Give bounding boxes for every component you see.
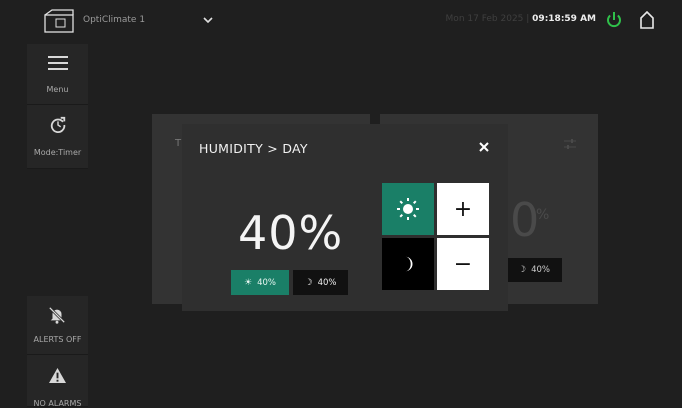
decrease-button[interactable]: − <box>437 238 489 290</box>
device-icon[interactable] <box>44 9 74 33</box>
modal-title: HUMIDITY > DAY <box>199 141 308 156</box>
humidity-value: 40% <box>238 206 344 260</box>
minus-icon: − <box>453 251 473 277</box>
moon-icon: ☽ <box>518 265 527 275</box>
night-setpoint-pill[interactable]: ☽ 40% <box>293 270 348 295</box>
chevron-down-icon[interactable] <box>202 14 214 26</box>
night-mode-button[interactable] <box>382 238 434 290</box>
alerts-button[interactable]: ALERTS OFF <box>27 296 88 355</box>
background-card-title: T <box>175 138 182 149</box>
warning-icon <box>49 367 66 384</box>
increase-button[interactable]: + <box>437 183 489 235</box>
refresh-icon <box>50 116 66 133</box>
sun-icon: ☀ <box>244 277 253 288</box>
power-icon[interactable] <box>606 11 622 29</box>
day-setpoint-pill[interactable]: ☀ 40% <box>231 270 289 295</box>
alarms-label: NO ALARMS <box>33 399 82 408</box>
mode-label: Mode:Timer <box>33 148 82 157</box>
plus-icon: + <box>453 196 473 222</box>
menu-icon <box>48 56 68 70</box>
settings-sliders-icon <box>564 139 576 149</box>
day-mode-button[interactable] <box>382 183 434 235</box>
day-setpoint-value: 40% <box>257 277 276 288</box>
top-bar: OptiClimate 1 Mon 17 Feb 2025 | 09:18:59… <box>0 0 682 44</box>
menu-label: Menu <box>46 85 69 94</box>
background-night-value: 40% <box>531 265 550 275</box>
home-icon[interactable] <box>640 11 654 29</box>
menu-button[interactable]: Menu <box>27 44 88 105</box>
moon-icon: ☽ <box>304 277 313 288</box>
close-icon[interactable] <box>477 140 491 154</box>
bell-off-icon <box>48 306 66 324</box>
time-text: 09:18:59 AM <box>532 14 596 24</box>
device-name[interactable]: OptiClimate 1 <box>83 15 145 25</box>
date-text: Mon 17 Feb 2025 | <box>445 14 530 24</box>
date-time: Mon 17 Feb 2025 | 09:18:59 AM <box>446 14 596 24</box>
humidity-modal: HUMIDITY > DAY 40% ☀ 40% ☽ 40% + − <box>182 124 508 311</box>
background-night-pill: ☽ 40% <box>506 258 562 282</box>
sun-icon <box>397 198 419 220</box>
moon-icon <box>405 256 413 272</box>
alarms-button[interactable]: NO ALARMS <box>27 355 88 408</box>
mode-button[interactable]: Mode:Timer <box>27 105 88 169</box>
alerts-label: ALERTS OFF <box>33 335 82 344</box>
night-setpoint-value: 40% <box>317 277 337 288</box>
background-unit: % <box>536 207 550 223</box>
background-value: 0 <box>510 193 540 247</box>
